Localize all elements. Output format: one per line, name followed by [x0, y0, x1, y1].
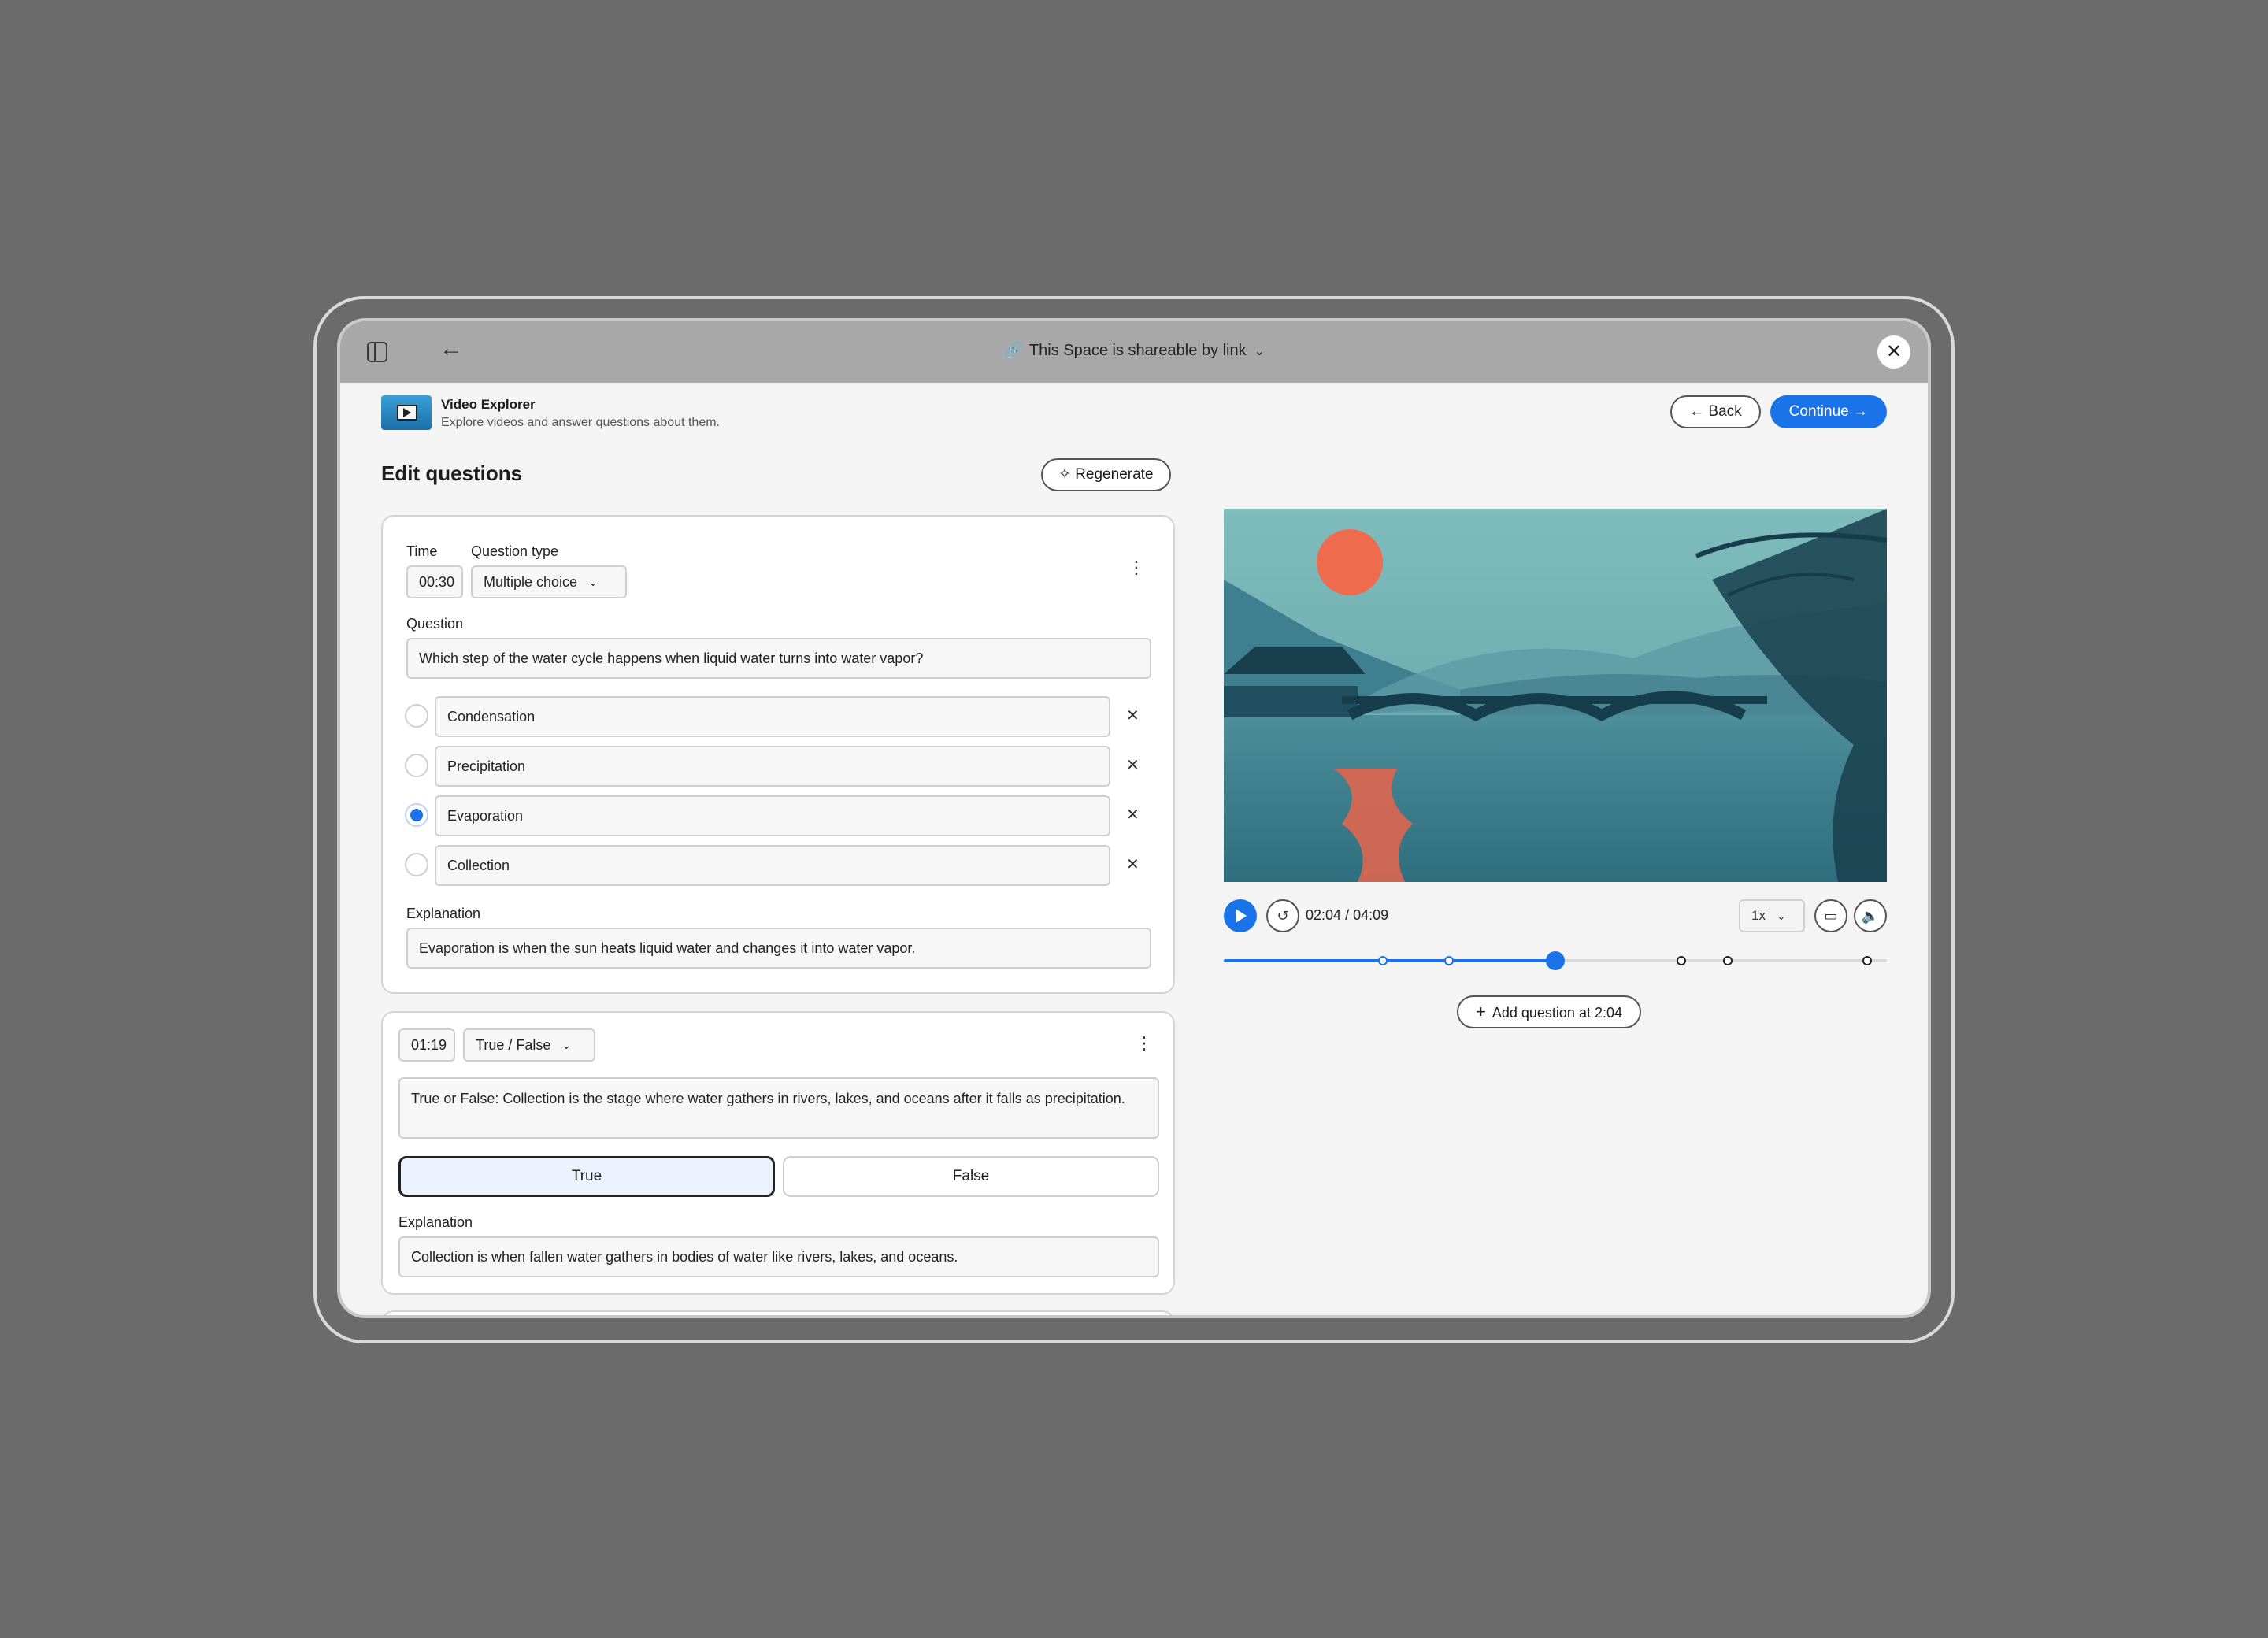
time-label: Time	[406, 543, 438, 559]
explanation-label: Explanation	[406, 906, 481, 921]
option-radio-1[interactable]	[405, 704, 428, 728]
option-radio-4[interactable]	[405, 853, 428, 876]
arrow-right-icon: →	[1848, 403, 1868, 420]
option-radio-2[interactable]	[405, 754, 428, 777]
remove-option-icon[interactable]: ✕	[1126, 706, 1140, 725]
false-option-button[interactable]: False	[783, 1156, 1159, 1197]
play-button[interactable]	[1224, 899, 1257, 932]
question-input[interactable]: Which step of the water cycle happens wh…	[406, 638, 1151, 679]
question-marker[interactable]	[1378, 956, 1388, 965]
question-marker[interactable]	[1722, 956, 1732, 965]
continue-label: Continue	[1788, 403, 1849, 420]
question-type-label: Question type	[471, 543, 559, 559]
question-card-1: Time Question type 00:30 Multiple choice…	[381, 515, 1175, 994]
timeline-progress	[1224, 959, 1555, 962]
question-type-select[interactable]: True / False ⌄	[463, 1028, 595, 1062]
arrow-left-icon: ←	[1689, 403, 1709, 420]
close-button[interactable]: ✕	[1877, 335, 1910, 369]
speed-value: 1x	[1751, 908, 1766, 923]
question-type-select[interactable]: Multiple choice ⌄	[471, 565, 627, 598]
explanation-label: Explanation	[398, 1214, 473, 1230]
app-title: Video Explorer	[441, 397, 536, 412]
plus-icon: +	[1476, 1002, 1486, 1021]
time-input[interactable]: 00:30	[406, 565, 463, 598]
current-time: 02:04	[1306, 907, 1342, 923]
add-question-button[interactable]: + Add question at 2:04	[1457, 995, 1641, 1028]
duration: / 04:09	[1345, 907, 1389, 923]
captions-icon[interactable]: ▭	[1814, 899, 1847, 932]
question-card-2: 01:19 True / False ⌄ ⋮ True or False: Col…	[381, 1011, 1175, 1295]
app-window: ← 🔗 This Space is shareable by link ⌄ ✕ Vi…	[337, 318, 1931, 1318]
question-marker[interactable]	[1444, 956, 1455, 965]
video-frame[interactable]	[1224, 509, 1887, 882]
chevron-down-icon: ⌄	[561, 1038, 572, 1051]
page-title: Edit questions	[381, 461, 523, 485]
option-input-1[interactable]: Condensation	[435, 696, 1110, 737]
regenerate-label: Regenerate	[1075, 466, 1154, 483]
replay-icon[interactable]: ↺	[1266, 899, 1299, 932]
time-input[interactable]: 01:19	[398, 1028, 455, 1062]
volume-icon[interactable]: 🔈	[1854, 899, 1887, 932]
sparkle-icon: ✧	[1058, 466, 1076, 483]
video-still-image	[1224, 509, 1887, 882]
question-input[interactable]: True or False: Collection is the stage w…	[398, 1077, 1159, 1139]
chevron-down-icon: ⌄	[588, 575, 598, 588]
question-marker[interactable]	[1676, 956, 1686, 965]
main-content: Video Explorer Explore videos and answer…	[340, 383, 1928, 1315]
question-type-value: True / False	[476, 1036, 551, 1053]
remove-option-icon[interactable]: ✕	[1126, 805, 1140, 825]
chevron-down-icon: ⌄	[1254, 345, 1265, 358]
back-button[interactable]: ← Back	[1670, 395, 1761, 428]
time-display: 02:04 / 04:09	[1306, 907, 1388, 924]
video-timeline[interactable]	[1224, 951, 1887, 970]
explanation-input[interactable]: Collection is when fallen water gathers …	[398, 1236, 1159, 1277]
back-label: Back	[1708, 403, 1742, 420]
share-dropdown[interactable]: 🔗 This Space is shareable by link ⌄	[340, 340, 1928, 360]
true-option-button[interactable]: True	[398, 1156, 775, 1197]
option-input-2[interactable]: Precipitation	[435, 746, 1110, 787]
option-input-4[interactable]: Collection	[435, 845, 1110, 886]
speed-select[interactable]: 1x ⌄	[1739, 899, 1805, 932]
app-subtitle: Explore videos and answer questions abou…	[441, 416, 720, 429]
remove-option-icon[interactable]: ✕	[1126, 854, 1140, 874]
timeline-scrubber[interactable]	[1546, 951, 1565, 970]
question-card-3	[381, 1310, 1175, 1315]
player-controls: ↺ 02:04 / 04:09 1x ⌄ ▭ 🔈	[1224, 899, 1887, 934]
more-options-icon[interactable]: ⋮	[1136, 1035, 1153, 1052]
chevron-down-icon: ⌄	[1776, 910, 1786, 922]
option-radio-3[interactable]	[405, 803, 428, 827]
link-icon: 🔗	[1002, 342, 1023, 359]
question-label: Question	[406, 616, 464, 632]
video-icon	[397, 405, 417, 421]
app-thumbnail	[381, 395, 432, 430]
top-bar: ← 🔗 This Space is shareable by link ⌄ ✕	[340, 321, 1928, 383]
continue-button[interactable]: Continue →	[1770, 395, 1887, 428]
more-options-icon[interactable]: ⋮	[1128, 559, 1145, 576]
share-text: This Space is shareable by link	[1028, 342, 1247, 359]
question-type-value: Multiple choice	[484, 573, 578, 590]
app-meta: Video Explorer Explore videos and answer…	[441, 395, 720, 435]
explanation-input[interactable]: Evaporation is when the sun heats liquid…	[406, 928, 1151, 969]
option-input-3[interactable]: Evaporation	[435, 795, 1110, 836]
remove-option-icon[interactable]: ✕	[1126, 755, 1140, 775]
regenerate-button[interactable]: ✧ Regenerate	[1041, 458, 1171, 491]
add-question-label: Add question at 2:04	[1492, 1005, 1622, 1021]
question-marker[interactable]	[1862, 956, 1872, 965]
app-header: Video Explorer Explore videos and answer…	[381, 395, 720, 435]
header-actions: ← Back Continue →	[1670, 395, 1887, 428]
